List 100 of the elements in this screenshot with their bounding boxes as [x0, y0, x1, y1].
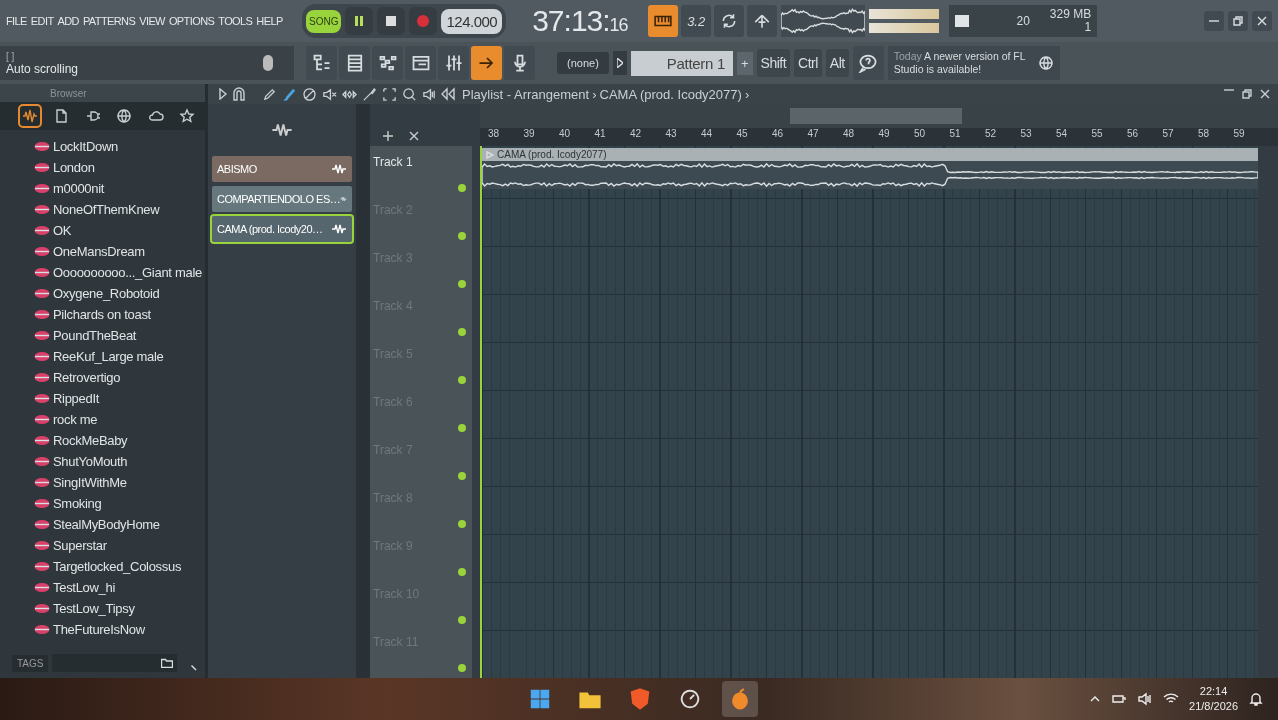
browser-item[interactable]: PoundTheBeat [53, 328, 137, 343]
menu-item[interactable]: PATTERNS [82, 15, 136, 27]
toolbar-button[interactable] [648, 5, 679, 37]
taskbar-clock[interactable]: 22:14 21/8/2026 [1189, 684, 1238, 714]
browser-item[interactable]: LockItDown [53, 139, 118, 154]
browser-tab[interactable] [114, 106, 134, 126]
playlist-tool-button[interactable] [381, 85, 398, 103]
browser-item[interactable]: OneMansDream [53, 244, 145, 259]
toolbar-button[interactable] [306, 46, 337, 80]
toolbar-button[interactable] [747, 5, 778, 37]
stop-button[interactable] [377, 7, 406, 35]
modifier-key-button[interactable]: Alt [825, 49, 849, 77]
track-header[interactable]: Track 1 [370, 148, 472, 196]
restore-button[interactable] [1228, 11, 1248, 31]
browser-item[interactable]: StealMyBodyHome [53, 517, 160, 532]
browser-item[interactable]: Pilchards on toast [53, 307, 151, 322]
playlist-tool-button[interactable] [301, 85, 318, 103]
menu-item[interactable]: EDIT [30, 15, 54, 27]
browser-item[interactable]: Retrovertigo [53, 370, 121, 385]
play-pause-button[interactable] [345, 7, 374, 35]
bell-icon[interactable] [1248, 691, 1264, 707]
audio-clip[interactable]: CAMA (prod. Icody2077) [482, 148, 1258, 189]
playlist-grid[interactable]: CAMA (prod. Icody2077) [480, 146, 1258, 678]
browser-item[interactable]: Smoking [53, 496, 102, 511]
arrangement-name[interactable]: CAMA (prod. Icody2077) [599, 86, 742, 102]
lips-icon [34, 436, 50, 445]
menu-item[interactable]: OPTIONS [168, 15, 215, 27]
plus-icon[interactable] [382, 130, 394, 142]
browser-item[interactable]: RippedIt [53, 391, 100, 406]
clip-source[interactable]: ABISMO [212, 156, 352, 182]
track-mute-led[interactable] [458, 520, 466, 528]
pattern-arrow-button[interactable] [612, 51, 627, 75]
browser-item[interactable]: Oxygene_Robotoid [53, 286, 160, 301]
help-button[interactable] [852, 46, 884, 80]
timeline-ruler[interactable]: 38 39 40 41 42 43 44 45 46 47 48 49 50 51 52 53 54 55 56 57 58 59 [480, 128, 1278, 146]
browser-item[interactable]: TheFutureIsNow [53, 622, 145, 637]
browser-item[interactable]: TestLow_Tipsy [53, 601, 135, 616]
toolbar-button[interactable]: 3.2 [681, 5, 712, 37]
news-panel[interactable]: Today A newer version of FL Studio is available! [887, 46, 1060, 80]
close-icon[interactable] [1260, 89, 1270, 99]
toolbar-button[interactable] [504, 46, 535, 80]
menu-item[interactable]: FILE [6, 15, 27, 27]
track-mute-led[interactable] [458, 280, 466, 288]
browser-item[interactable]: NoneOfThemKnew [53, 202, 160, 217]
browser-item[interactable]: Targetlocked_Colossus [53, 559, 182, 574]
browser-item[interactable]: Superstar [53, 538, 107, 553]
triangle-icon[interactable] [218, 88, 228, 100]
tags-button[interactable]: TAGS [12, 654, 49, 672]
toolbar-button[interactable] [339, 46, 370, 80]
browser-item[interactable]: TestLow_hi [53, 580, 116, 595]
track-mute-led[interactable] [458, 328, 466, 336]
browser-tab[interactable] [177, 106, 197, 126]
track-mute-led[interactable] [458, 568, 466, 576]
horizontal-scrollbar[interactable] [480, 104, 1278, 128]
close-button[interactable] [1252, 11, 1272, 31]
menu-item[interactable]: VIEW [139, 15, 165, 27]
track-mute-led[interactable] [458, 376, 466, 384]
browser-item[interactable]: RockMeBaby [53, 433, 128, 448]
clip-source[interactable]: CAMA (prod. Icody20… [212, 216, 352, 242]
song-mode-button[interactable]: SONG [306, 9, 342, 33]
menu-item[interactable]: TOOLS [218, 15, 253, 27]
browser-item[interactable]: ShutYoMouth [53, 454, 128, 469]
browser-item[interactable]: OK [53, 223, 72, 238]
tempo-display[interactable]: 124.000 [441, 8, 503, 34]
toolbar-button[interactable] [405, 46, 436, 80]
browser-item[interactable]: m0000nit [53, 181, 105, 196]
browser-item[interactable]: London [53, 160, 95, 175]
clip-source[interactable]: COMPARTIENDOLO ES… [212, 186, 352, 212]
track-mute-led[interactable] [458, 472, 466, 480]
minimize-button[interactable] [1204, 11, 1224, 31]
playlist-tool-button[interactable] [361, 85, 378, 103]
modifier-key-button[interactable]: Ctrl [794, 49, 822, 77]
snap-dropdown[interactable]: (none) [557, 52, 609, 74]
track-mute-led[interactable] [458, 184, 466, 192]
track-mute-led[interactable] [458, 616, 466, 624]
browser-item[interactable]: ReeKuf_Large male [53, 349, 164, 364]
browser-item[interactable]: rock me [53, 412, 98, 427]
speaker-icon[interactable] [1137, 691, 1154, 707]
track-mute-led[interactable] [458, 232, 466, 240]
breadcrumb-separator[interactable]: › [744, 86, 750, 102]
scrollbar[interactable] [356, 104, 370, 678]
toolbar-button[interactable] [471, 46, 502, 80]
menu-item[interactable]: ADD [57, 15, 79, 27]
browser-item[interactable]: Oooooooooo..._Giant male [53, 265, 202, 280]
double-arrow-icon[interactable] [441, 87, 455, 101]
tags-field[interactable] [52, 654, 177, 672]
restore-icon[interactable] [1242, 89, 1252, 99]
toolbar-button[interactable] [372, 46, 403, 80]
menu-item[interactable]: HELP [256, 15, 283, 27]
track-mute-led[interactable] [458, 424, 466, 432]
pattern-selector[interactable]: Pattern 1 [630, 50, 733, 76]
browser-item[interactable]: SingItWithMe [53, 475, 127, 490]
add-pattern-button[interactable]: + [736, 51, 753, 75]
magnet-icon[interactable] [231, 86, 247, 102]
toolbar-button[interactable] [438, 46, 469, 80]
cross-icon[interactable] [408, 130, 420, 142]
modifier-key-button[interactable]: Shift [756, 49, 791, 77]
toolbar-button[interactable] [714, 5, 745, 37]
track-mute-led[interactable] [458, 664, 466, 672]
playlist-tool-button[interactable] [401, 85, 418, 103]
